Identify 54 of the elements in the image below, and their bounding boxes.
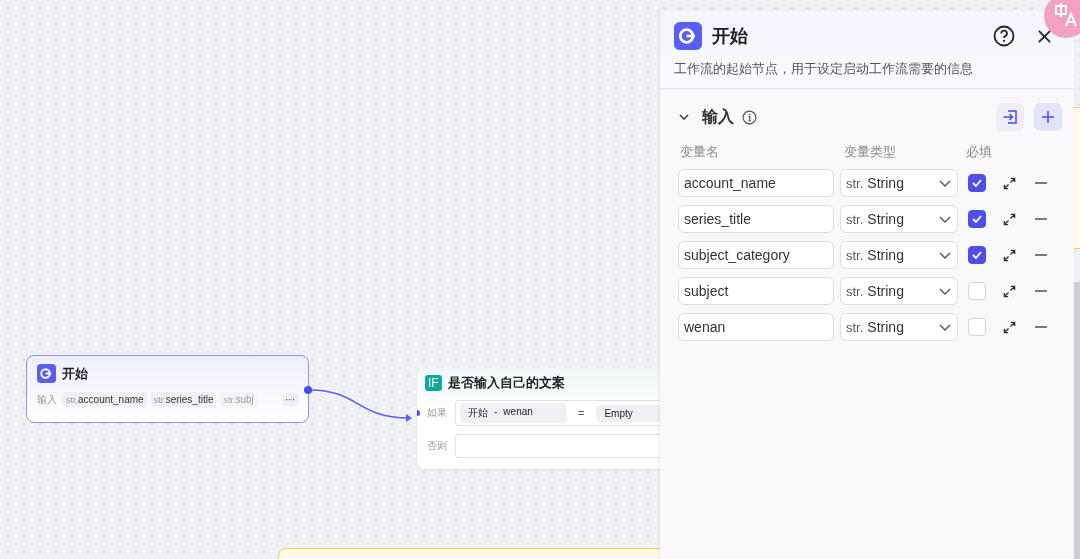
- operator: =: [577, 407, 586, 419]
- input-label: 输入: [37, 392, 57, 407]
- required-checkbox[interactable]: [968, 246, 986, 264]
- close-icon[interactable]: [1037, 28, 1052, 44]
- start-node-icon: [674, 22, 702, 50]
- plus-icon: [1041, 110, 1055, 124]
- type-dropdown[interactable]: str. String: [840, 169, 958, 197]
- expand-icon[interactable]: [1003, 248, 1016, 262]
- expand-icon[interactable]: [1003, 212, 1016, 226]
- variable-name-field[interactable]: series_title: [678, 205, 834, 233]
- right-operand: Empty: [596, 404, 660, 422]
- import-button[interactable]: [996, 103, 1024, 131]
- node-title: 是否输入自己的文案: [447, 374, 565, 392]
- column-header: 变量名: [680, 143, 720, 161]
- expand-icon[interactable]: [1003, 176, 1016, 190]
- condition-node[interactable]: IF 是否输入自己的文案 如果 开始 - wenan = Empty 否则: [417, 367, 660, 469]
- variable-name-field[interactable]: subject: [678, 277, 834, 305]
- parameter-tag: str.subj: [220, 392, 257, 407]
- panel-title: 开始: [712, 25, 749, 48]
- type-dropdown[interactable]: str. String: [840, 205, 958, 233]
- required-checkbox[interactable]: [968, 210, 986, 228]
- panel-description: 工作流的起始节点，用于设定启动工作流需要的信息: [674, 60, 974, 78]
- parameter-tag: str.series_title: [150, 392, 217, 407]
- check-icon: [971, 213, 983, 225]
- variable-name-field[interactable]: subject_category: [678, 241, 834, 269]
- start-node[interactable]: 开始 输入 str.account_name str.series_title str.subj ···: [26, 355, 309, 423]
- section-title: 输入: [702, 106, 734, 127]
- output-port[interactable]: [304, 386, 312, 394]
- parameter-tag: str.account_name: [63, 392, 147, 407]
- start-node-icon: [37, 364, 56, 383]
- type-dropdown[interactable]: str. String: [840, 313, 958, 341]
- expand-icon[interactable]: [1003, 284, 1016, 298]
- type-dropdown[interactable]: str. String: [840, 277, 958, 305]
- if-badge: IF: [425, 375, 442, 391]
- help-icon[interactable]: [993, 25, 1015, 47]
- required-checkbox[interactable]: [968, 174, 986, 192]
- else-label: 否则: [427, 439, 447, 453]
- column-header: 必填: [966, 143, 992, 161]
- chevron-icon[interactable]: [678, 111, 690, 123]
- expand-icon[interactable]: [1003, 320, 1016, 334]
- check-icon: [971, 177, 983, 189]
- more-button[interactable]: ···: [282, 393, 298, 406]
- if-label: 如果: [427, 406, 447, 420]
- else-field[interactable]: [455, 434, 660, 458]
- column-header: 变量类型: [844, 143, 897, 161]
- import-icon: [1002, 109, 1018, 125]
- left-operand: 开始 - wenan: [460, 403, 566, 423]
- variable-name-field[interactable]: account_name: [678, 169, 834, 197]
- node-title: 开始: [62, 364, 88, 383]
- type-dropdown[interactable]: str. String: [840, 241, 958, 269]
- check-icon: [971, 249, 983, 261]
- variable-name-field[interactable]: wenan: [678, 313, 834, 341]
- add-button[interactable]: [1034, 103, 1062, 131]
- info-icon[interactable]: [742, 109, 757, 125]
